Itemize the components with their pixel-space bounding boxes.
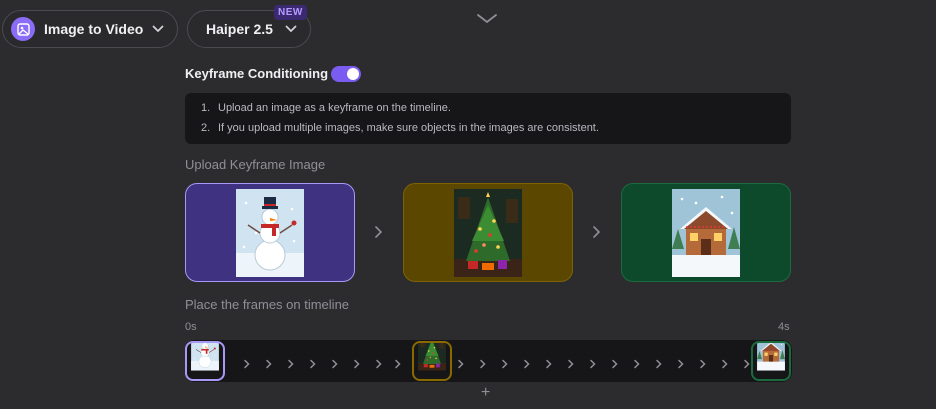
chevron-right-icon — [523, 356, 531, 374]
chevron-right-icon — [611, 356, 619, 374]
chevron-right-icon — [287, 356, 295, 374]
tip-number: 1. — [201, 102, 211, 114]
timeline-keyframe-2[interactable] — [412, 341, 452, 381]
chevron-right-icon — [545, 356, 553, 374]
tip-text: If you upload multiple images, make sure… — [218, 122, 599, 134]
timeline-label: Place the frames on timeline — [185, 297, 350, 312]
keyframe-conditioning-label: Keyframe Conditioning — [185, 66, 329, 81]
image-icon — [11, 17, 35, 41]
upload-keyframe-label: Upload Keyframe Image — [185, 157, 326, 172]
toggle-knob — [347, 68, 359, 80]
snowman-thumbnail — [236, 189, 304, 277]
mode-label: Image to Video — [44, 21, 144, 37]
chevron-right-icon — [592, 225, 602, 244]
chevron-right-icon — [375, 356, 383, 374]
chevron-down-icon — [152, 25, 164, 33]
timeline-keyframe-1[interactable] — [185, 341, 225, 381]
timeline-start-label: 0s — [185, 321, 197, 333]
chevron-right-icon — [655, 356, 663, 374]
tip-item: 2. If you upload multiple images, make su… — [201, 122, 599, 134]
chevron-right-icon — [353, 356, 361, 374]
chevron-right-icon — [331, 356, 339, 374]
chevron-right-icon — [265, 356, 273, 374]
timeline-keyframe-3[interactable] — [751, 341, 791, 381]
chevron-right-icon — [394, 356, 402, 374]
chevron-right-icon — [309, 356, 317, 374]
chevron-right-icon — [743, 356, 751, 374]
chevron-right-icon — [479, 356, 487, 374]
chevron-right-icon — [457, 356, 465, 374]
model-label: Haiper 2.5 — [206, 21, 273, 37]
chevron-right-icon — [699, 356, 707, 374]
chevron-right-icon — [567, 356, 575, 374]
timeline-end-label: 4s — [778, 321, 790, 333]
tip-item: 1. Upload an image as a keyframe on the t… — [201, 102, 451, 114]
mode-selector[interactable]: Image to Video — [2, 10, 178, 48]
chevron-right-icon — [633, 356, 641, 374]
chevron-right-icon — [589, 356, 597, 374]
add-frame-icon[interactable]: + — [481, 384, 490, 402]
collapse-chevron-icon[interactable] — [476, 12, 498, 30]
christmas-tree-thumbnail — [454, 189, 522, 277]
gingerbread-house-thumbnail — [672, 189, 740, 277]
keyframe-slot-3[interactable] — [621, 183, 791, 282]
tip-number: 2. — [201, 122, 211, 134]
chevron-right-icon — [243, 356, 251, 374]
tip-text: Upload an image as a keyframe on the tim… — [218, 102, 451, 114]
chevron-right-icon — [721, 356, 729, 374]
keyframe-tips-box: 1. Upload an image as a keyframe on the t… — [185, 93, 791, 144]
chevron-right-icon — [501, 356, 509, 374]
chevron-down-icon — [285, 25, 297, 33]
keyframe-conditioning-toggle[interactable] — [331, 66, 361, 82]
chevron-right-icon — [677, 356, 685, 374]
new-badge: NEW — [274, 5, 307, 20]
keyframe-slot-1[interactable] — [185, 183, 355, 282]
chevron-right-icon — [374, 225, 384, 244]
timeline-track[interactable] — [185, 340, 792, 382]
keyframe-slot-2[interactable] — [403, 183, 573, 282]
